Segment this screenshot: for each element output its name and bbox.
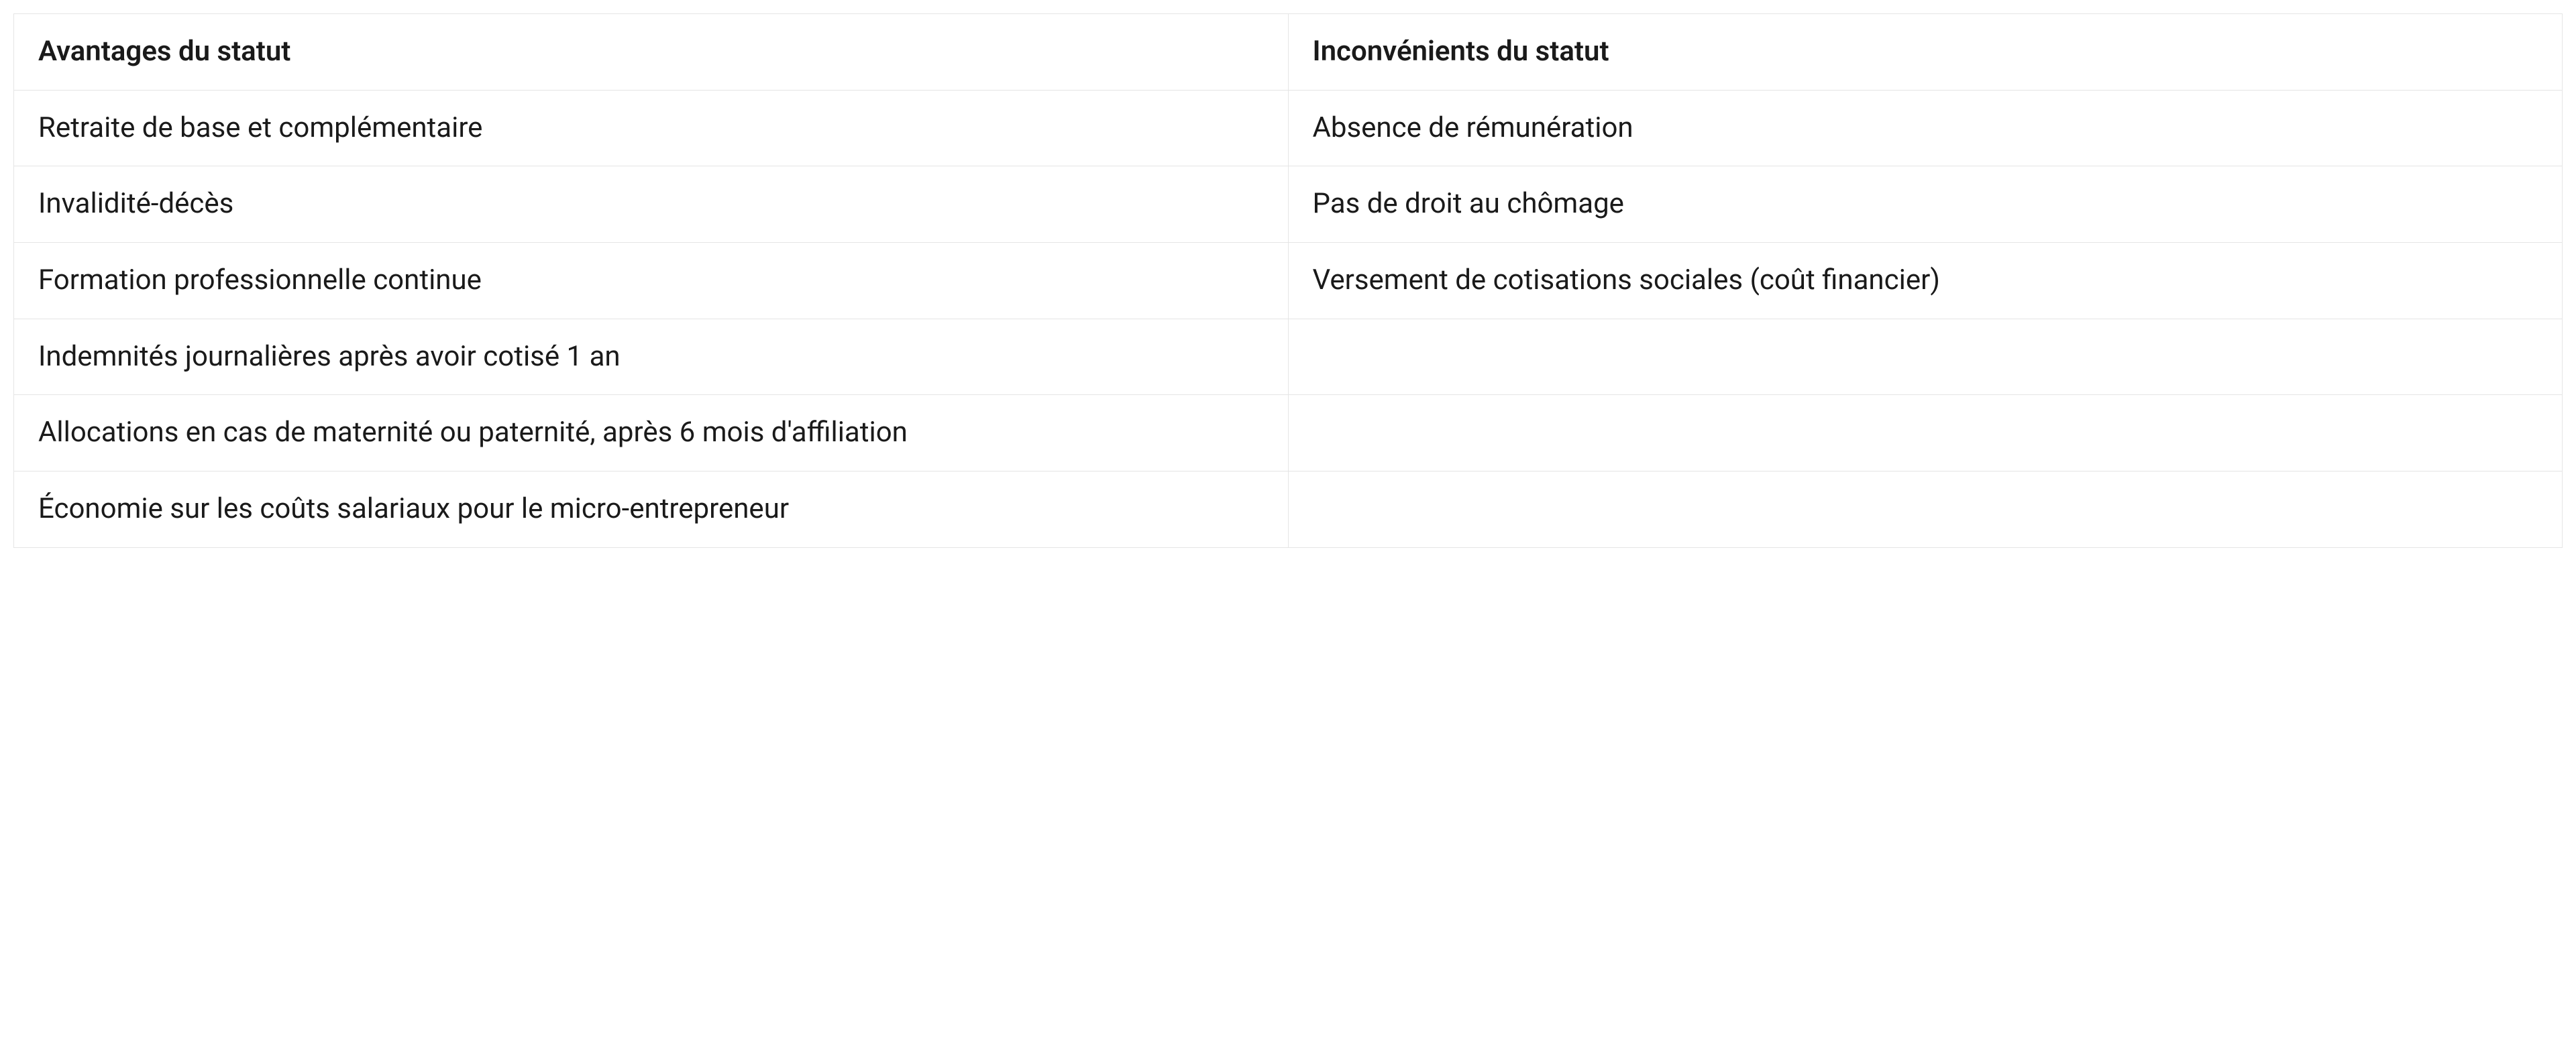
table-row: Invalidité-décès Pas de droit au chômage: [14, 166, 2563, 243]
cell-advantage: Retraite de base et complémentaire: [14, 90, 1289, 166]
cell-disadvantage: [1288, 319, 2563, 395]
comparison-table: Avantages du statut Inconvénients du sta…: [13, 13, 2563, 548]
table-header-row: Avantages du statut Inconvénients du sta…: [14, 14, 2563, 91]
cell-advantage: Formation professionnelle continue: [14, 243, 1289, 319]
table-row: Formation professionnelle continue Verse…: [14, 243, 2563, 319]
cell-disadvantage: [1288, 471, 2563, 548]
cell-advantage: Indemnités journalières après avoir coti…: [14, 319, 1289, 395]
header-disadvantages: Inconvénients du statut: [1288, 14, 2563, 91]
header-advantages: Avantages du statut: [14, 14, 1289, 91]
cell-advantage: Allocations en cas de maternité ou pater…: [14, 395, 1289, 471]
table-row: Économie sur les coûts salariaux pour le…: [14, 471, 2563, 548]
cell-disadvantage: [1288, 395, 2563, 471]
table-row: Indemnités journalières après avoir coti…: [14, 319, 2563, 395]
table-row: Allocations en cas de maternité ou pater…: [14, 395, 2563, 471]
table-row: Retraite de base et complémentaire Absen…: [14, 90, 2563, 166]
cell-advantage: Économie sur les coûts salariaux pour le…: [14, 471, 1289, 548]
cell-advantage: Invalidité-décès: [14, 166, 1289, 243]
cell-disadvantage: Versement de cotisations sociales (coût …: [1288, 243, 2563, 319]
cell-disadvantage: Absence de rémunération: [1288, 90, 2563, 166]
cell-disadvantage: Pas de droit au chômage: [1288, 166, 2563, 243]
